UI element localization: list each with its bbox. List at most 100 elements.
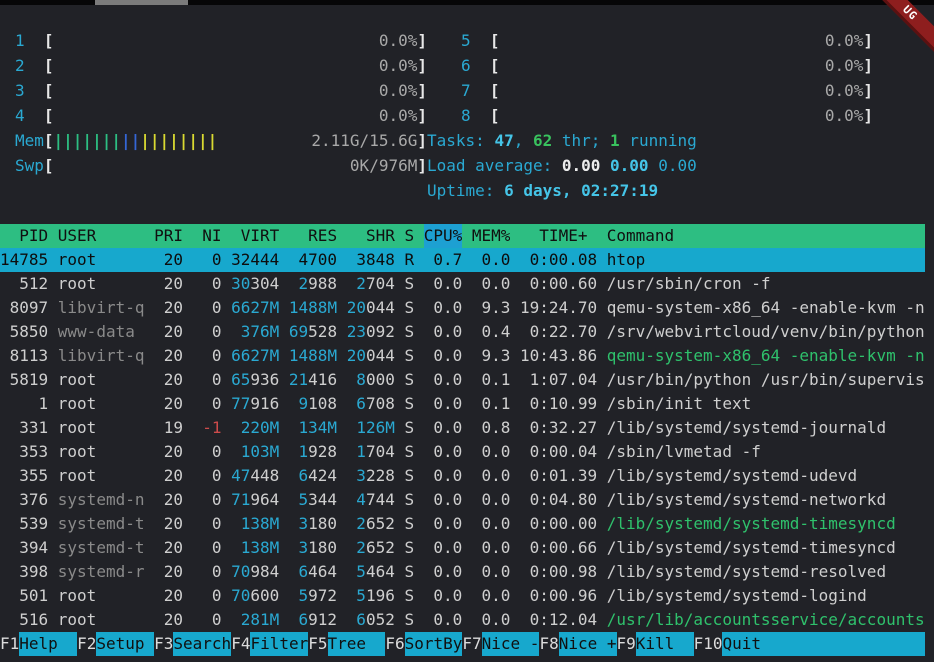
cell-res-rest: 912 xyxy=(308,610,337,629)
table-row[interactable]: 394systemd-t200138M31802652S0.00.00:00.6… xyxy=(0,536,925,560)
cell-shr: 5464 xyxy=(347,560,395,584)
meter-close-bracket: ] xyxy=(863,53,873,78)
fkey-f5-button[interactable]: Tree xyxy=(328,632,386,656)
column-header-virt[interactable]: VIRT xyxy=(231,224,279,248)
cell-shr-rest: 196 xyxy=(366,586,395,605)
cell-pri: 20 xyxy=(154,512,183,536)
cell-cpu-percent: 0.0 xyxy=(424,536,463,560)
cell-pid: 331 xyxy=(0,416,48,440)
column-header-ni[interactable]: NI xyxy=(193,224,222,248)
table-row[interactable]: 539systemd-t200138M31802652S0.00.00:00.0… xyxy=(0,512,925,536)
cell-pid: 516 xyxy=(0,608,48,632)
cell-ni: 0 xyxy=(193,272,222,296)
table-row[interactable]: 516root200281M69126052S0.00.00:12.04/usr… xyxy=(0,608,925,632)
text-segment: 0.00 xyxy=(562,156,601,175)
table-row[interactable]: 8113libvirt-q2006627M1488M20044S0.09.310… xyxy=(0,344,925,368)
fkey-f10-button[interactable]: Quit xyxy=(722,632,925,656)
meter-close-bracket: ] xyxy=(417,128,427,153)
text-segment: 47 xyxy=(494,131,513,150)
table-row[interactable]: 14785root2003244447003848R0.70.00:00.08h… xyxy=(0,248,925,272)
cell-ni: 0 xyxy=(193,512,222,536)
cell-state: S xyxy=(404,392,414,416)
cell-shr-highlight: 20 xyxy=(347,346,366,365)
meter-row: Swp[0K/976M]Load average: 0.00 0.00 0.00 xyxy=(15,153,934,178)
cell-virt: 376M xyxy=(231,320,279,344)
cell-user: root xyxy=(58,608,145,632)
cell-pid: 394 xyxy=(0,536,48,560)
cell-mem-percent: 0.0 xyxy=(472,536,511,560)
cell-res-highlight: 6 xyxy=(299,610,309,629)
cell-res: 5344 xyxy=(289,488,337,512)
table-row[interactable]: 376systemd-n2007196453444744S0.00.00:04.… xyxy=(0,488,925,512)
cell-res-highlight: 6 xyxy=(299,562,309,581)
fkey-f8-button[interactable]: Nice + xyxy=(559,632,617,656)
cell-command: /sbin/lvmetad -f xyxy=(607,440,925,464)
fkey-f6-button[interactable]: SortBy xyxy=(405,632,463,656)
table-row[interactable]: 331root19-1220M134M126MS0.00.80:32.27/li… xyxy=(0,416,925,440)
column-header-cmd[interactable]: Command xyxy=(607,224,925,248)
cell-ni: -1 xyxy=(193,416,222,440)
cell-shr-rest: 744 xyxy=(366,490,395,509)
cell-pri: 20 xyxy=(154,320,183,344)
cell-shr-rest: 052 xyxy=(366,610,395,629)
column-header-time[interactable]: TIME+ xyxy=(520,224,597,248)
table-row[interactable]: 353root200103M19281704S0.00.00:00.04/sbi… xyxy=(0,440,925,464)
cell-time: 0:00.00 xyxy=(520,512,597,536)
cell-res-rest: 528 xyxy=(308,322,337,341)
table-row[interactable]: 5819root20065936214168000S0.00.11:07.04/… xyxy=(0,368,925,392)
fkey-f7-button[interactable]: Nice - xyxy=(482,632,540,656)
fkey-f1-button[interactable]: Help xyxy=(19,632,77,656)
cell-pid: 8097 xyxy=(0,296,48,320)
column-header-pid[interactable]: PID xyxy=(0,224,48,248)
cell-command: /srv/webvirtcloud/venv/bin/python3 xyxy=(607,320,925,344)
cell-state: S xyxy=(404,416,414,440)
table-row[interactable]: 8097libvirt-q2006627M1488M20044S0.09.319… xyxy=(0,296,925,320)
cell-shr: 3848 xyxy=(347,248,395,272)
memory-bar-blue: || xyxy=(121,128,140,153)
cpu-meter-label: 8 xyxy=(461,103,490,128)
cell-cpu-percent: 0.0 xyxy=(424,368,463,392)
window-top-tab[interactable] xyxy=(95,0,188,5)
fkey-f2-button[interactable]: Setup xyxy=(96,632,154,656)
table-row[interactable]: 398systemd-r2007098464645464S0.00.00:00.… xyxy=(0,560,925,584)
column-header-user[interactable]: USER xyxy=(58,224,145,248)
cell-shr: 23092 xyxy=(347,320,395,344)
cell-ni: 0 xyxy=(193,344,222,368)
cell-res: 1488M xyxy=(289,344,337,368)
column-header-mem[interactable]: MEM% xyxy=(472,224,511,248)
cell-virt-highlight: 70 xyxy=(231,586,250,605)
cell-pri: 20 xyxy=(154,440,183,464)
cell-virt-rest: 916 xyxy=(250,394,279,413)
table-row[interactable]: 512root2003030429882704S0.00.00:00.60/us… xyxy=(0,272,925,296)
cell-shr-highlight: 126M xyxy=(356,418,395,437)
table-body: 14785root2003244447003848R0.70.00:00.08h… xyxy=(0,248,934,632)
fkey-f9-button[interactable]: Kill xyxy=(636,632,694,656)
fkey-f3-number: F3 xyxy=(154,632,173,656)
cpu-meter-label: 1 xyxy=(15,28,44,53)
cell-res: 3180 xyxy=(289,536,337,560)
column-header-pri[interactable]: PRI xyxy=(154,224,183,248)
cell-virt-highlight: 281M xyxy=(241,610,280,629)
table-row[interactable]: 1root2007791691086708S0.00.10:10.99/sbin… xyxy=(0,392,925,416)
memory-meter: Mem[|||||||||||||||||2.11G/15.6G] xyxy=(15,128,427,153)
table-row[interactable]: 501root2007060059725196S0.00.00:00.96/li… xyxy=(0,584,925,608)
cell-time: 0:00.04 xyxy=(520,440,597,464)
table-row[interactable]: 5850www-data200376M6952823092S0.00.40:22… xyxy=(0,320,925,344)
table-row[interactable]: 355root2004744864243228S0.00.00:01.39/li… xyxy=(0,464,925,488)
column-header-res[interactable]: RES xyxy=(289,224,337,248)
fkey-f4-button[interactable]: Filter xyxy=(250,632,308,656)
fkey-f3-button[interactable]: Search xyxy=(173,632,231,656)
fkey-f6-number: F6 xyxy=(385,632,404,656)
cpu-meter-value: 0.0% xyxy=(379,103,418,128)
column-header-cpu[interactable]: CPU% xyxy=(424,224,463,248)
column-header-shr[interactable]: SHR xyxy=(347,224,395,248)
cell-shr-rest: 704 xyxy=(366,442,395,461)
meter-empty-space xyxy=(54,28,379,53)
meter-close-bracket: ] xyxy=(863,103,873,128)
cell-shr-highlight: 4 xyxy=(356,490,366,509)
cell-state: S xyxy=(404,512,414,536)
column-header-s[interactable]: S xyxy=(404,224,414,248)
load-average-line: Load average: 0.00 0.00 0.00 xyxy=(427,153,839,178)
cell-state: S xyxy=(404,320,414,344)
cell-virt: 281M xyxy=(231,608,279,632)
